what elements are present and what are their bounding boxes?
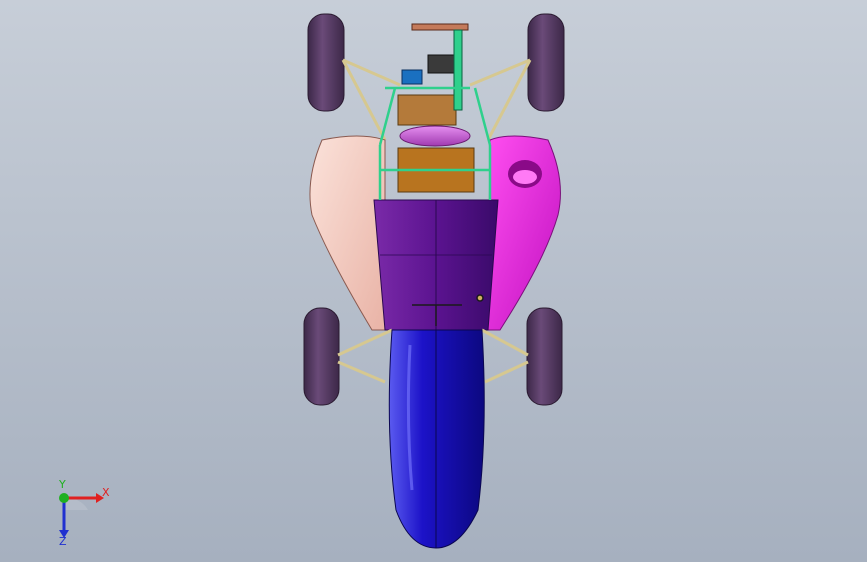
vehicle-model[interactable] bbox=[0, 0, 867, 562]
nose-cone[interactable] bbox=[388, 329, 485, 549]
left-side-pod[interactable] bbox=[309, 135, 386, 331]
motor-unit bbox=[401, 69, 423, 85]
rear-right-tire[interactable] bbox=[527, 13, 565, 112]
rear-left-tire[interactable] bbox=[307, 13, 345, 112]
orientation-triad: X Y Z bbox=[46, 478, 126, 550]
engine-block bbox=[397, 94, 457, 126]
y-axis-label: Y bbox=[59, 478, 66, 491]
x-axis-label: X bbox=[102, 486, 110, 499]
z-axis-label: Z bbox=[59, 535, 67, 548]
front-left-tire[interactable] bbox=[303, 307, 340, 406]
y-axis-dot bbox=[59, 493, 69, 503]
rear-axle-bar bbox=[411, 23, 469, 31]
fuel-tank bbox=[399, 125, 471, 147]
right-side-pod[interactable] bbox=[487, 135, 561, 331]
front-right-tire[interactable] bbox=[526, 307, 563, 406]
frame-rail bbox=[453, 29, 463, 111]
cad-graphics-viewport[interactable]: X Y Z bbox=[0, 0, 867, 562]
triad-axes bbox=[59, 493, 104, 538]
gearbox bbox=[427, 54, 455, 74]
engine-bay[interactable] bbox=[397, 23, 475, 193]
